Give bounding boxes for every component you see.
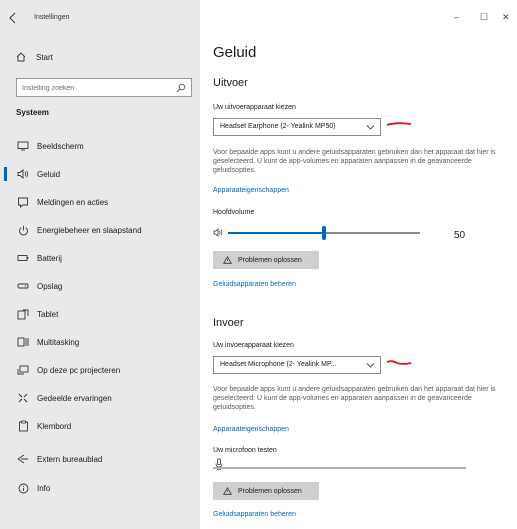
sidebar-item-klembord[interactable]: Klembord bbox=[0, 414, 200, 438]
window-title: Instellingen bbox=[34, 14, 70, 21]
clipboard-icon bbox=[17, 420, 29, 432]
sidebar-item-label: Op deze pc projecteren bbox=[37, 366, 121, 375]
sidebar-item-label: Info bbox=[37, 484, 51, 493]
sidebar-item-multitasking[interactable]: Multitasking bbox=[0, 330, 200, 354]
section-label: Systeem bbox=[16, 108, 49, 117]
page-title: Geluid bbox=[213, 44, 257, 61]
chevron-down-icon bbox=[366, 363, 375, 368]
sidebar-item-label: Tablet bbox=[37, 310, 59, 319]
output-device-dropdown[interactable]: Headset Earphone (2- Yealink MP50) bbox=[213, 118, 381, 136]
sidebar-item-geluid[interactable]: Geluid bbox=[0, 162, 200, 186]
sidebar-item-label: Opslag bbox=[37, 282, 63, 291]
tablet-icon bbox=[17, 308, 29, 320]
input-manage-devices-link[interactable]: Geluidsapparaten beheren bbox=[213, 511, 296, 518]
output-device-value: Headset Earphone (2- Yealink MP50) bbox=[220, 123, 336, 130]
output-manage-devices-link[interactable]: Geluidsapparaten beheren bbox=[213, 281, 296, 288]
sidebar-item-info[interactable]: Info bbox=[0, 476, 200, 500]
volume-label: Hoofdvolume bbox=[213, 209, 255, 216]
close-button[interactable]: ✕ bbox=[502, 12, 510, 23]
sidebar-item-label: Klembord bbox=[37, 422, 72, 431]
home-icon bbox=[16, 52, 26, 62]
output-properties-link[interactable]: Apparaateigenschappen bbox=[213, 187, 289, 194]
input-properties-link[interactable]: Apparaateigenschappen bbox=[213, 426, 289, 433]
red-annotation-mark bbox=[386, 122, 412, 126]
search-input[interactable] bbox=[22, 82, 172, 94]
sidebar: Instellingen Start Systeem Beeldscherm G… bbox=[0, 0, 200, 529]
speaker-icon bbox=[17, 168, 29, 180]
search-icon[interactable] bbox=[176, 83, 186, 93]
volume-slider-track[interactable] bbox=[228, 226, 420, 240]
warning-icon bbox=[223, 487, 232, 495]
sidebar-item-gedeelde-ervaringen[interactable]: Gedeelde ervaringen bbox=[0, 386, 200, 410]
sidebar-item-label: Beeldscherm bbox=[37, 142, 84, 151]
power-icon bbox=[17, 224, 29, 236]
sidebar-item-label: Energiebeheer en slaapstand bbox=[37, 226, 142, 235]
sidebar-item-tablet[interactable]: Tablet bbox=[0, 302, 200, 326]
remote-desktop-icon bbox=[17, 453, 29, 465]
sidebar-item-opslag[interactable]: Opslag bbox=[0, 274, 200, 298]
sidebar-item-label: Multitasking bbox=[37, 338, 80, 347]
notification-icon bbox=[17, 196, 29, 208]
project-icon bbox=[17, 364, 29, 376]
storage-icon bbox=[17, 280, 29, 292]
sidebar-item-batterij[interactable]: Batterij bbox=[0, 246, 200, 270]
sidebar-item-beeldscherm[interactable]: Beeldscherm bbox=[0, 134, 200, 158]
sidebar-item-label: Gedeelde ervaringen bbox=[37, 394, 112, 403]
back-arrow-icon[interactable] bbox=[8, 12, 22, 26]
sidebar-item-meldingen[interactable]: Meldingen en acties bbox=[0, 190, 200, 214]
input-heading: Invoer bbox=[213, 317, 244, 329]
monitor-icon bbox=[17, 140, 29, 152]
maximize-button[interactable]: ☐ bbox=[480, 12, 488, 23]
input-device-value: Headset Microphone (2- Yealink MP... bbox=[220, 361, 337, 368]
search-box[interactable] bbox=[16, 78, 192, 97]
mic-test-label: Uw microfoon testen bbox=[213, 447, 277, 454]
sidebar-item-label: Geluid bbox=[37, 170, 61, 179]
sidebar-item-projecteren[interactable]: Op deze pc projecteren bbox=[0, 358, 200, 382]
output-heading: Uitvoer bbox=[213, 77, 248, 89]
multitasking-icon bbox=[17, 336, 29, 348]
info-icon bbox=[17, 482, 29, 494]
minimize-button[interactable]: – bbox=[454, 12, 459, 22]
start-label: Start bbox=[36, 52, 53, 62]
input-description: Voor bepaalde apps kunt u andere geluids… bbox=[213, 386, 496, 411]
sidebar-item-label: Batterij bbox=[37, 254, 62, 263]
input-troubleshoot-button[interactable]: Problemen oplossen bbox=[213, 482, 319, 500]
sidebar-item-extern-bureaublad[interactable]: Extern bureaublad bbox=[0, 447, 200, 471]
sidebar-start[interactable]: Start bbox=[16, 50, 53, 64]
output-troubleshoot-button[interactable]: Problemen oplossen bbox=[213, 251, 319, 269]
chevron-down-icon bbox=[366, 125, 375, 130]
shared-experiences-icon bbox=[17, 392, 29, 404]
output-description: Voor bepaalde apps kunt u andere geluids… bbox=[213, 149, 496, 174]
volume-slider-fill bbox=[228, 232, 324, 234]
sidebar-item-label: Extern bureaublad bbox=[37, 455, 103, 464]
red-annotation-mark bbox=[386, 360, 412, 365]
mic-level-meter bbox=[213, 467, 466, 469]
sidebar-item-energiebeheer[interactable]: Energiebeheer en slaapstand bbox=[0, 218, 200, 242]
main-content: – ☐ ✕ Geluid Uitvoer Uw uitvoerapparaat … bbox=[200, 0, 517, 529]
output-troubleshoot-label: Problemen oplossen bbox=[238, 256, 302, 264]
input-device-dropdown[interactable]: Headset Microphone (2- Yealink MP... bbox=[213, 356, 381, 374]
input-troubleshoot-label: Problemen oplossen bbox=[238, 487, 302, 495]
warning-icon bbox=[223, 256, 232, 264]
volume-speaker-icon[interactable] bbox=[213, 228, 223, 237]
sidebar-item-label: Meldingen en acties bbox=[37, 198, 109, 207]
output-device-label: Uw uitvoerapparaat kiezen bbox=[213, 104, 296, 111]
volume-slider-thumb[interactable] bbox=[322, 226, 326, 240]
battery-icon bbox=[17, 252, 29, 264]
input-device-label: Uw invoerapparaat kiezen bbox=[213, 342, 294, 349]
volume-value: 50 bbox=[454, 230, 466, 241]
